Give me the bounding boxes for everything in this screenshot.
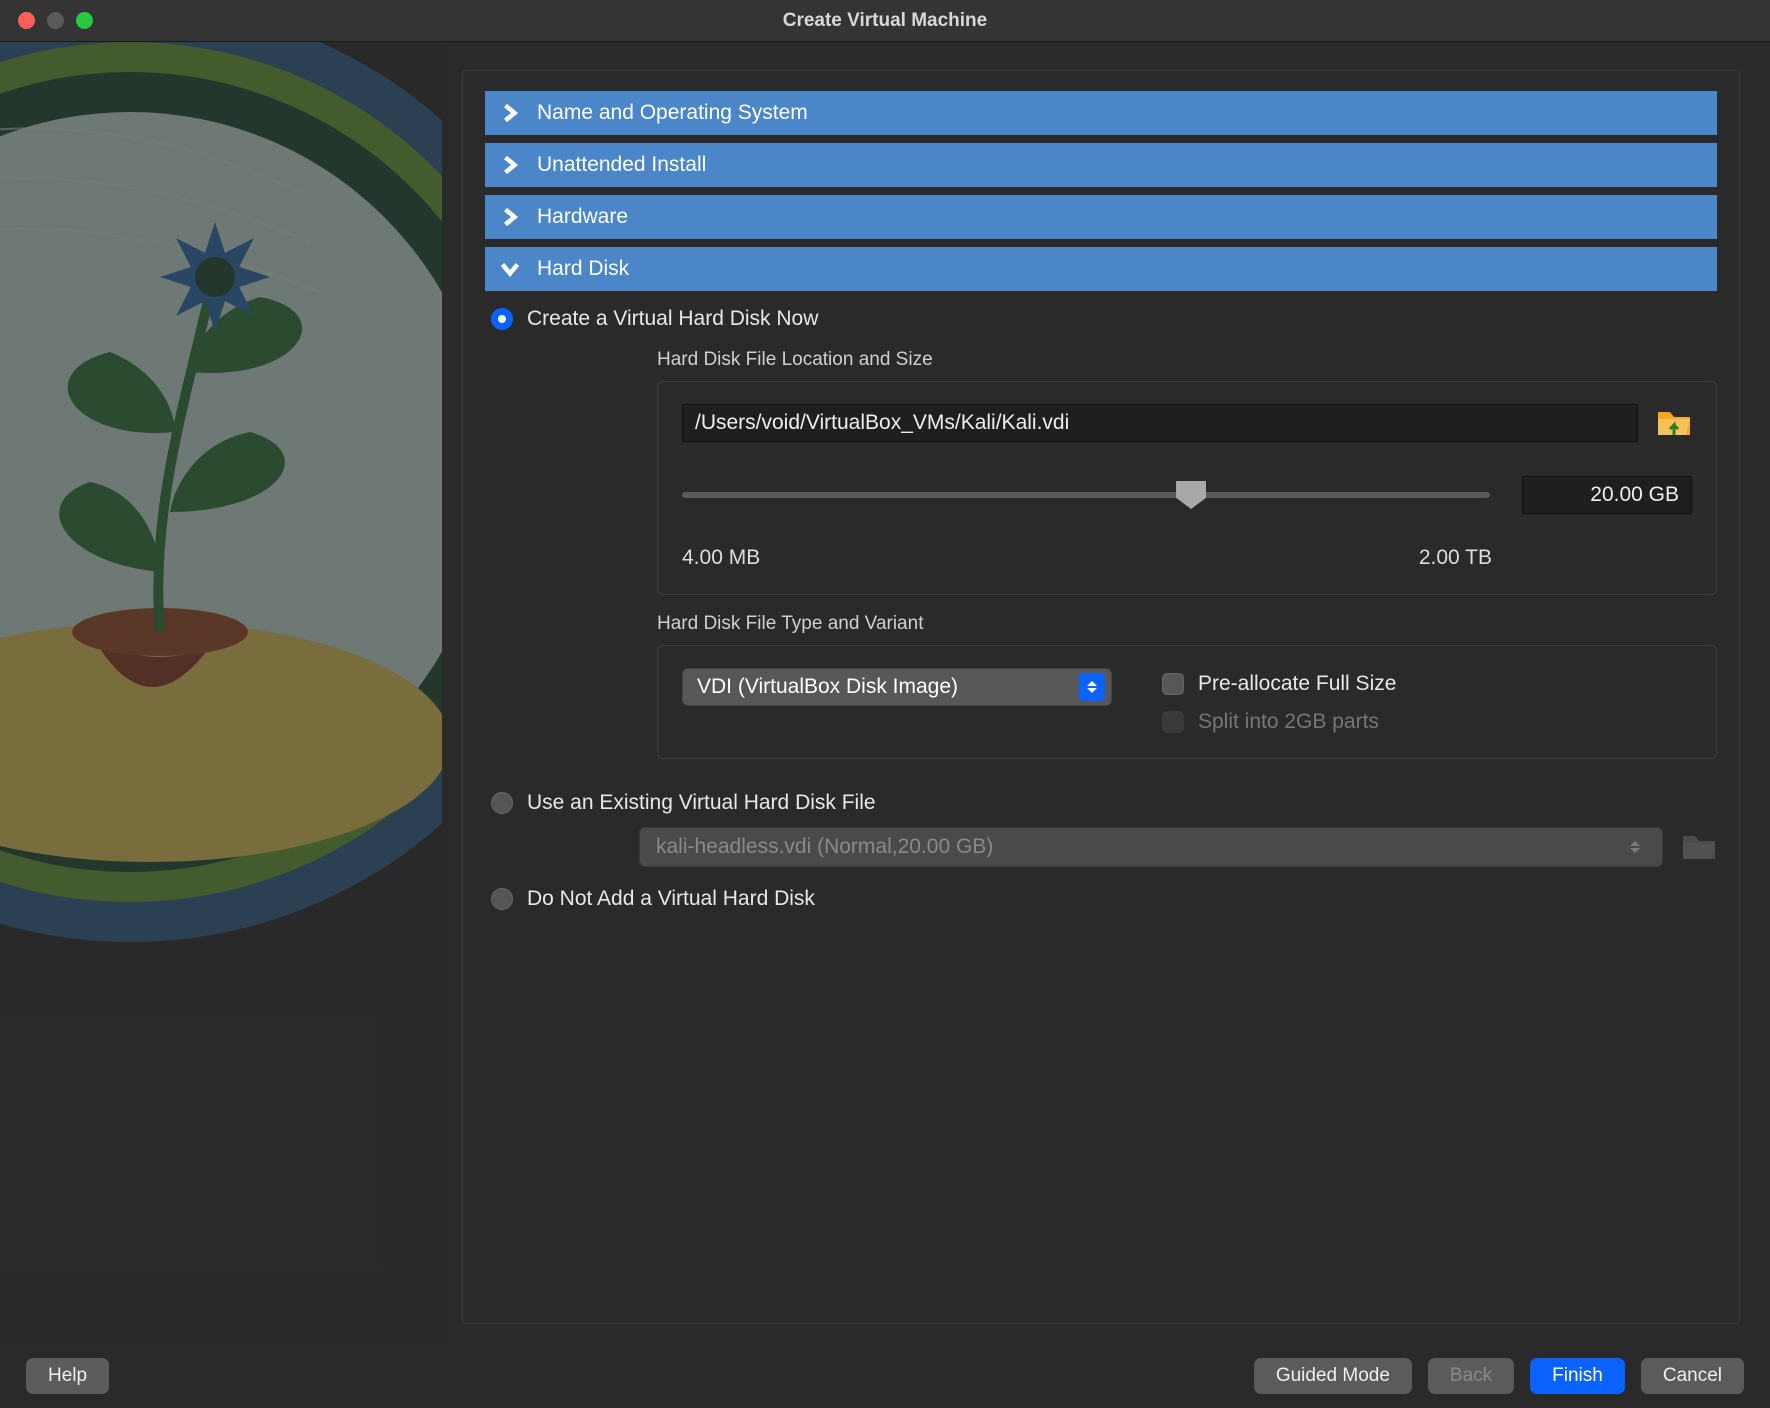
- finish-button[interactable]: Finish: [1530, 1358, 1625, 1394]
- checkbox-split: [1162, 711, 1184, 733]
- back-button: Back: [1428, 1358, 1514, 1394]
- checkbox-split-label: Split into 2GB parts: [1198, 710, 1379, 734]
- radio-create-now[interactable]: [491, 308, 513, 330]
- browse-folder-button[interactable]: [1656, 407, 1692, 439]
- guided-mode-button[interactable]: Guided Mode: [1254, 1358, 1412, 1394]
- chevron-down-icon: [501, 260, 519, 278]
- disk-size-field[interactable]: [1522, 476, 1692, 514]
- browse-existing-button: [1681, 831, 1717, 863]
- wizard-illustration: [0, 42, 442, 1344]
- button-bar: Help Guided Mode Back Finish Cancel: [0, 1344, 1770, 1408]
- section-label: Unattended Install: [537, 153, 706, 177]
- section-name-os[interactable]: Name and Operating System: [485, 91, 1717, 135]
- section-label: Hard Disk: [537, 257, 629, 281]
- disk-type-value: VDI (VirtualBox Disk Image): [697, 675, 958, 699]
- disk-path-input[interactable]: [682, 404, 1638, 442]
- slider-max-label: 2.00 TB: [1419, 546, 1492, 570]
- help-button[interactable]: Help: [26, 1358, 109, 1394]
- cancel-button[interactable]: Cancel: [1641, 1358, 1744, 1394]
- disk-type-select[interactable]: VDI (VirtualBox Disk Image): [682, 668, 1112, 706]
- updown-icon: [1630, 841, 1652, 853]
- radio-use-existing-label: Use an Existing Virtual Hard Disk File: [527, 791, 876, 815]
- section-label: Name and Operating System: [537, 101, 808, 125]
- existing-disk-value: kali-headless.vdi (Normal,20.00 GB): [656, 835, 993, 859]
- titlebar: Create Virtual Machine: [0, 0, 1770, 42]
- group-title-type-variant: Hard Disk File Type and Variant: [657, 613, 1717, 635]
- slider-thumb[interactable]: [1176, 481, 1206, 509]
- group-title-location-size: Hard Disk File Location and Size: [657, 349, 1717, 371]
- updown-icon: [1079, 673, 1105, 701]
- checkbox-preallocate[interactable]: [1162, 673, 1184, 695]
- section-unattended[interactable]: Unattended Install: [485, 143, 1717, 187]
- section-hardware[interactable]: Hardware: [485, 195, 1717, 239]
- group-location-size: 4.00 MB 2.00 TB: [657, 381, 1717, 595]
- group-type-variant: VDI (VirtualBox Disk Image) Pre-allocate…: [657, 645, 1717, 759]
- checkbox-preallocate-label: Pre-allocate Full Size: [1198, 672, 1396, 696]
- radio-use-existing[interactable]: [491, 792, 513, 814]
- section-hard-disk[interactable]: Hard Disk: [485, 247, 1717, 291]
- existing-disk-select: kali-headless.vdi (Normal,20.00 GB): [639, 827, 1663, 867]
- disk-size-slider[interactable]: [682, 492, 1490, 498]
- chevron-right-icon: [501, 104, 519, 122]
- slider-min-label: 4.00 MB: [682, 546, 760, 570]
- radio-no-disk[interactable]: [491, 888, 513, 910]
- zoom-window-button[interactable]: [76, 12, 93, 29]
- chevron-right-icon: [501, 156, 519, 174]
- close-window-button[interactable]: [18, 12, 35, 29]
- radio-no-disk-label: Do Not Add a Virtual Hard Disk: [527, 887, 815, 911]
- radio-create-now-label: Create a Virtual Hard Disk Now: [527, 307, 818, 331]
- section-label: Hardware: [537, 205, 628, 229]
- window-title: Create Virtual Machine: [0, 10, 1770, 32]
- minimize-window-button[interactable]: [47, 12, 64, 29]
- chevron-right-icon: [501, 208, 519, 226]
- window-controls: [0, 12, 93, 29]
